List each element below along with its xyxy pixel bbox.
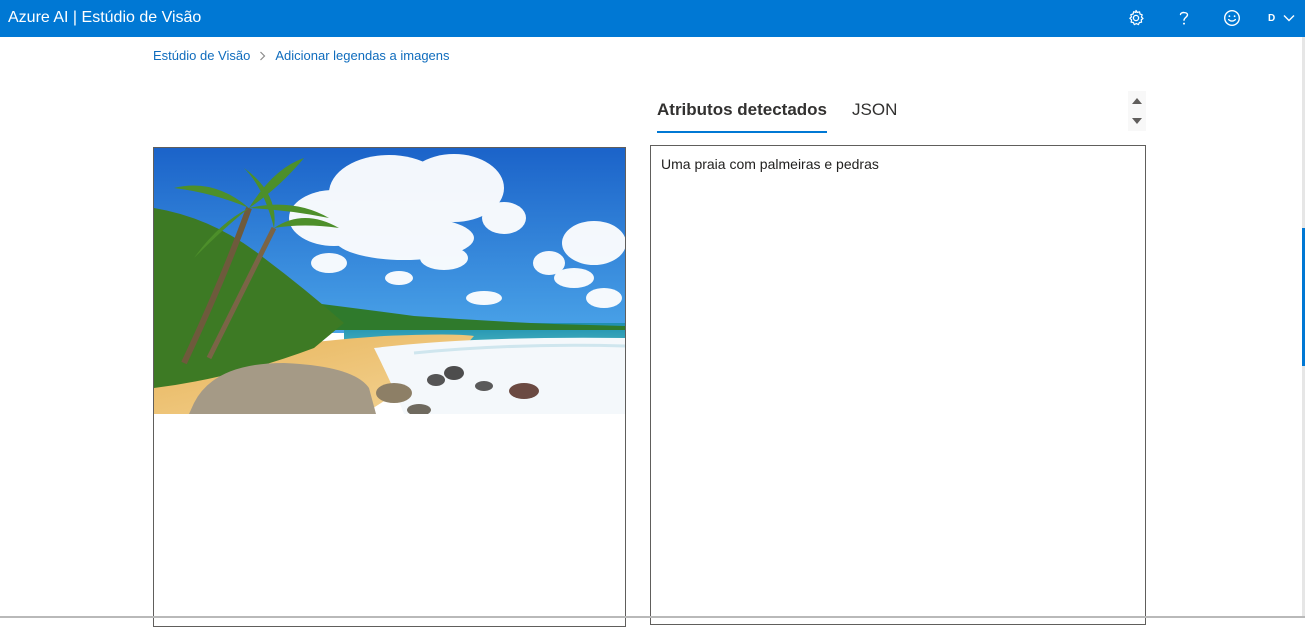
caret-up-icon[interactable] <box>1128 91 1146 111</box>
help-icon[interactable] <box>1171 6 1197 30</box>
feedback-smiley-icon[interactable] <box>1219 6 1245 30</box>
breadcrumb-link-add-captions[interactable]: Adicionar legendas a imagens <box>275 48 449 63</box>
breadcrumb: Estúdio de Visão Adicionar legendas a im… <box>153 48 450 63</box>
breadcrumb-link-vision-studio[interactable]: Estúdio de Visão <box>153 48 250 63</box>
image-preview-panel <box>153 147 626 627</box>
result-tabs: Atributos detectados JSON <box>657 100 922 134</box>
gear-icon[interactable] <box>1123 6 1149 30</box>
tab-json[interactable]: JSON <box>852 100 897 133</box>
caret-down-icon[interactable] <box>1128 111 1146 131</box>
top-bar: Azure AI | Estúdio de Visão D <box>0 0 1305 37</box>
avatar: D <box>1268 12 1276 24</box>
app-title: Azure AI | Estúdio de Visão <box>8 9 202 26</box>
detected-attributes-panel: Uma praia com palmeiras e pedras <box>650 145 1146 625</box>
beach-photo <box>154 148 625 414</box>
tab-detected-attributes[interactable]: Atributos detectados <box>657 100 828 133</box>
spin-buttons <box>1128 91 1146 131</box>
chevron-down-icon <box>1283 9 1295 27</box>
account-menu[interactable]: D <box>1262 6 1302 30</box>
chevron-right-icon <box>259 51 266 61</box>
caption-text: Uma praia com palmeiras e pedras <box>661 156 879 172</box>
